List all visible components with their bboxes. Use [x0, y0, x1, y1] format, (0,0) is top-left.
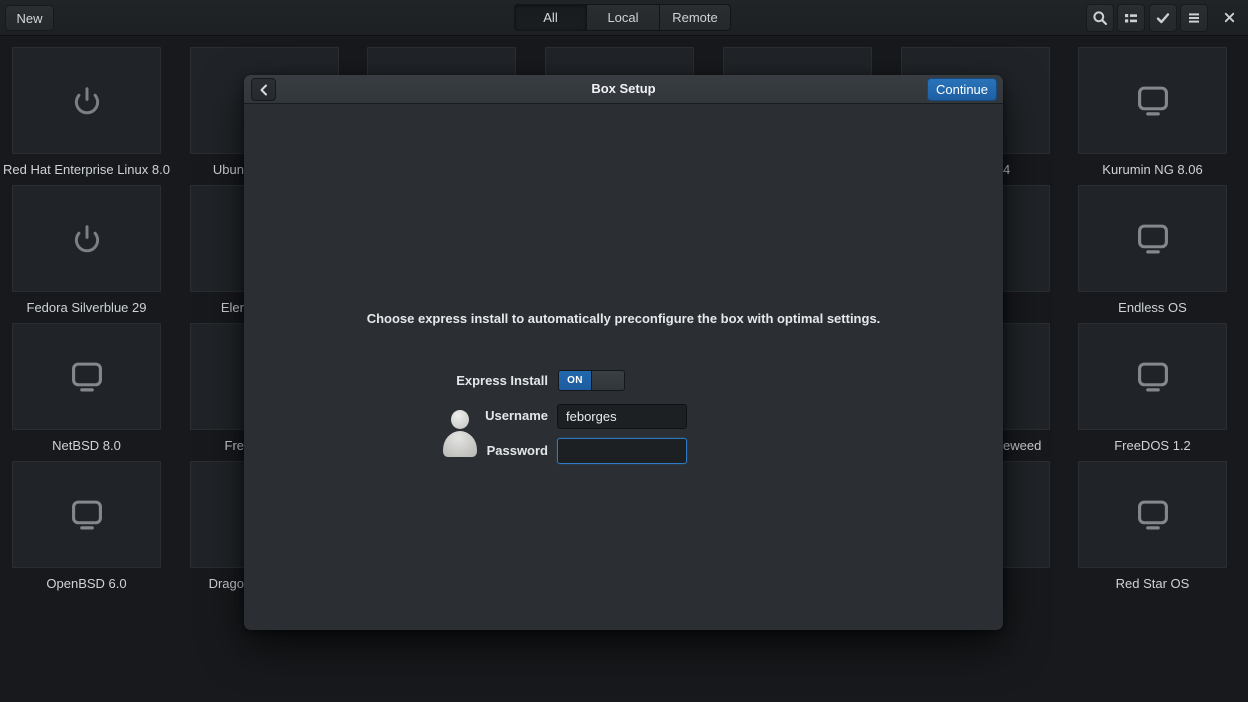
- tile-label-fragment: 4: [1003, 162, 1050, 180]
- monitor-icon: [1134, 222, 1172, 255]
- header-bar: New All Local Remote: [0, 0, 1248, 36]
- view-filter-tabs: All Local Remote: [514, 4, 731, 31]
- tile-label-fragment: Drago: [190, 576, 244, 594]
- express-install-label: Express Install: [348, 373, 548, 388]
- tile-label-fragment: Fre: [190, 438, 244, 456]
- tile-label-fragment: eweed: [1003, 438, 1050, 456]
- vm-tile[interactable]: [1078, 47, 1227, 154]
- select-checkmark-icon: [1155, 10, 1171, 26]
- express-install-instruction: Choose express install to automatically …: [244, 311, 1003, 326]
- new-box-button[interactable]: New: [5, 5, 54, 31]
- vm-tile[interactable]: [1078, 323, 1227, 430]
- power-icon: [70, 84, 104, 118]
- username-label: Username: [348, 408, 548, 423]
- boxes-app-window: Red Hat Enterprise Linux 8.0 Fedora Silv…: [0, 0, 1248, 702]
- menu-icon: [1186, 10, 1202, 26]
- tab-local[interactable]: Local: [587, 4, 660, 31]
- tile-label: Red Hat Enterprise Linux 8.0: [0, 162, 181, 180]
- list-view-button[interactable]: [1117, 4, 1145, 32]
- vm-tile[interactable]: [1078, 461, 1227, 568]
- monitor-icon: [1134, 498, 1172, 531]
- vm-tile[interactable]: [12, 185, 161, 292]
- list-view-icon: [1123, 10, 1139, 26]
- tile-label: Fedora Silverblue 29: [0, 300, 181, 318]
- username-input[interactable]: [557, 404, 687, 429]
- power-icon: [70, 222, 104, 256]
- dialog-body: Choose express install to automatically …: [244, 104, 1003, 630]
- tile-label: Kurumin NG 8.06: [1058, 162, 1247, 180]
- box-setup-dialog: Choose express install to automatically …: [244, 75, 1003, 630]
- continue-button[interactable]: Continue: [927, 78, 997, 101]
- vm-tile[interactable]: [12, 47, 161, 154]
- toggle-on-state: ON: [559, 371, 591, 390]
- tile-label: FreeDOS 1.2: [1058, 438, 1247, 456]
- chevron-left-icon: [258, 83, 270, 97]
- monitor-icon: [68, 360, 106, 393]
- vm-tile[interactable]: [12, 323, 161, 430]
- dialog-title: Box Setup: [244, 81, 1003, 96]
- monitor-icon: [1134, 84, 1172, 117]
- search-icon: [1092, 10, 1108, 26]
- express-install-toggle[interactable]: ON: [558, 370, 625, 391]
- tile-label-fragment: Eler: [190, 300, 244, 318]
- window-close-button[interactable]: [1215, 3, 1243, 32]
- monitor-icon: [68, 498, 106, 531]
- back-button[interactable]: [251, 78, 276, 101]
- toggle-knob[interactable]: [591, 371, 624, 390]
- vm-tile[interactable]: [12, 461, 161, 568]
- tab-all[interactable]: All: [514, 4, 587, 31]
- monitor-icon: [1134, 360, 1172, 393]
- menu-button[interactable]: [1180, 4, 1208, 32]
- select-items-button[interactable]: [1149, 4, 1177, 32]
- dialog-header: Box Setup Continue: [244, 75, 1003, 104]
- password-input[interactable]: [557, 438, 687, 464]
- vm-tile[interactable]: [1078, 185, 1227, 292]
- tile-label-fragment: Ubun: [190, 162, 244, 180]
- tile-label: Red Star OS: [1058, 576, 1247, 594]
- tile-label: Endless OS: [1058, 300, 1247, 318]
- search-button[interactable]: [1086, 4, 1114, 32]
- tab-remote[interactable]: Remote: [660, 4, 731, 31]
- password-label: Password: [348, 443, 548, 458]
- window-close-icon: [1223, 11, 1236, 24]
- tile-label: OpenBSD 6.0: [0, 576, 181, 594]
- tile-label: NetBSD 8.0: [0, 438, 181, 456]
